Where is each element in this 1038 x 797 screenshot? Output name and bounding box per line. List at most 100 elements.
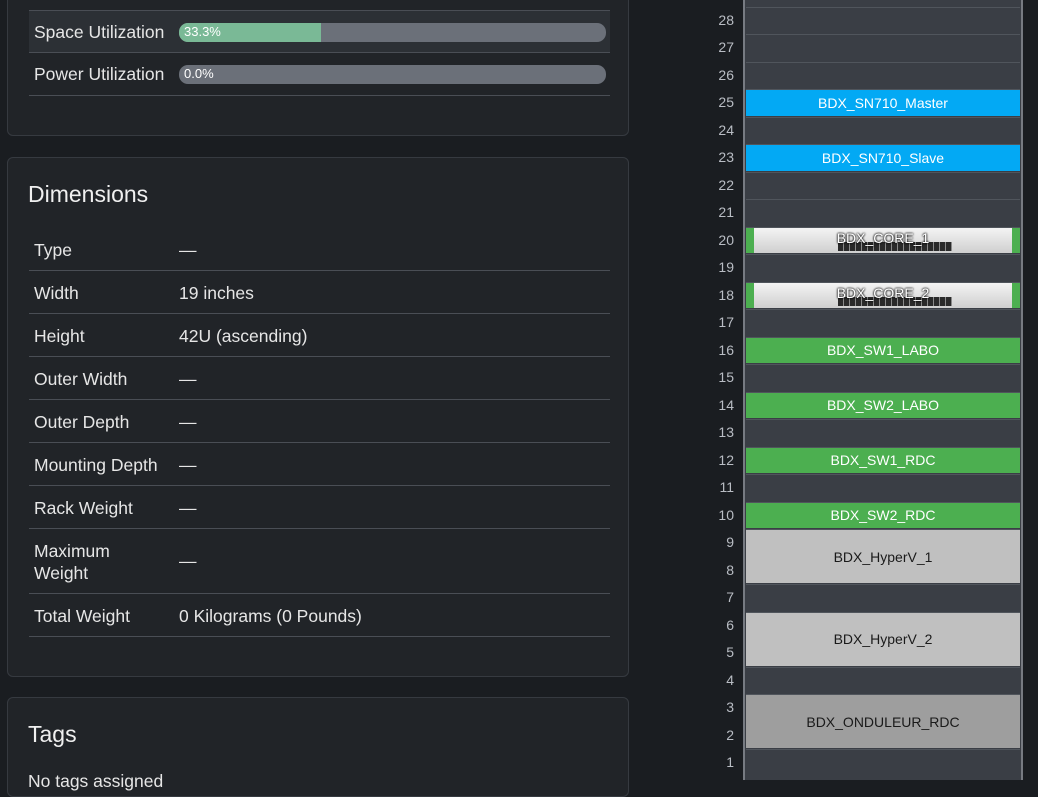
rack-device-bdx-core-1[interactable]: BDX_CORE_1 bbox=[746, 227, 1020, 253]
dimension-value: — bbox=[179, 498, 197, 518]
space-utilization-label: Space Utilization bbox=[34, 22, 165, 42]
rack-unit-number: 14 bbox=[718, 396, 734, 413]
tags-card: Tags No tags assigned bbox=[7, 697, 629, 797]
dimension-value: — bbox=[179, 240, 197, 260]
rack-device-bdx-onduleur-rdc[interactable]: BDX_ONDULEUR_RDC bbox=[746, 695, 1020, 748]
rack-slot[interactable] bbox=[746, 116, 1020, 145]
dimension-row-total-weight: Total Weight 0 Kilograms (0 Pounds) bbox=[29, 594, 610, 637]
rack-unit-number: 24 bbox=[718, 121, 734, 138]
dimension-value: 42U (ascending) bbox=[179, 326, 308, 346]
rack-device-label: BDX_SW1_LABO bbox=[826, 342, 940, 359]
dimension-value: — bbox=[179, 551, 197, 571]
space-utilization-text: 33.3% bbox=[184, 24, 221, 39]
power-utilization-bar: 0.0% bbox=[179, 65, 606, 84]
rack-unit-number: 3 bbox=[726, 699, 734, 715]
rack-slot[interactable] bbox=[746, 666, 1020, 695]
rack-device-bdx-core-2[interactable]: BDX_CORE_2 bbox=[746, 282, 1020, 308]
dimension-value: 0 Kilograms (0 Pounds) bbox=[179, 606, 362, 626]
dimension-value: — bbox=[179, 455, 197, 475]
dimension-row-outer-width: Outer Width — bbox=[29, 357, 610, 400]
rack-unit-numbers: 28 27 26 25 24 23 22 21 20 19 18 17 16 15 14 13 12 11 10 9 8… bbox=[700, 0, 740, 784]
rack-device-bdx-sw1-rdc[interactable]: BDX_SW1_RDC bbox=[746, 447, 1020, 473]
tags-title: Tags bbox=[28, 721, 77, 747]
rack-slot[interactable] bbox=[746, 309, 1020, 337]
rack-unit-number: 12 bbox=[718, 451, 734, 468]
rack-slot[interactable] bbox=[746, 474, 1020, 502]
no-tags-text: No tags assigned bbox=[28, 771, 164, 791]
rack-unit-number: 25 bbox=[718, 94, 734, 110]
power-utilization-text: 0.0% bbox=[184, 66, 214, 81]
rack-slot[interactable] bbox=[746, 6, 1020, 35]
rack-device-bdx-hyperv-2[interactable]: BDX_HyperV_2 bbox=[746, 612, 1020, 666]
rack-slot[interactable] bbox=[746, 34, 1020, 62]
rack-device-bdx-sw2-rdc[interactable]: BDX_SW2_RDC bbox=[746, 502, 1020, 528]
dimension-row-outer-depth: Outer Depth — bbox=[29, 400, 610, 443]
rack-device-label: BDX_HyperV_1 bbox=[833, 548, 933, 565]
dimension-value: — bbox=[179, 412, 197, 432]
dimension-row-height: Height 42U (ascending) bbox=[29, 314, 610, 357]
rack-unit-number: 23 bbox=[718, 149, 734, 165]
rack-device-label: BDX_SW2_RDC bbox=[830, 507, 936, 524]
rack-unit-number: 18 bbox=[718, 286, 734, 303]
power-utilization-label: Power Utilization bbox=[34, 64, 165, 84]
dimension-label: Type bbox=[34, 240, 72, 260]
rack-unit-number: 2 bbox=[726, 726, 734, 743]
rack-device-bdx-sn710-slave[interactable]: BDX_SN710_Slave bbox=[746, 145, 1020, 171]
rack-unit-number: 28 bbox=[718, 11, 734, 28]
rack-device-label: BDX_ONDULEUR_RDC bbox=[806, 713, 960, 730]
dimension-label: Rack Weight bbox=[34, 498, 133, 518]
utilization-row-power: Power Utilization 0.0% bbox=[29, 53, 610, 96]
rack-unit-number: 8 bbox=[726, 561, 734, 578]
rack-device-label: BDX_SN710_Slave bbox=[821, 149, 945, 166]
rack-device-bdx-hyperv-1[interactable]: BDX_HyperV_1 bbox=[746, 530, 1020, 583]
dimensions-card: Dimensions Type — Width 19 inches Height… bbox=[7, 157, 629, 677]
rack-unit-number: 19 bbox=[718, 259, 734, 275]
rack-unit-number: 16 bbox=[718, 341, 734, 358]
rack-unit-number: 21 bbox=[718, 204, 734, 220]
dimension-row-maximum-weight: Maximum Weight — bbox=[29, 529, 610, 594]
rack-device-label: BDX_SW2_LABO bbox=[826, 397, 940, 414]
dimension-label: Outer Depth bbox=[34, 412, 130, 432]
rack-slot[interactable] bbox=[746, 171, 1020, 200]
dimension-row-rack-weight: Rack Weight — bbox=[29, 486, 610, 529]
dimension-value: — bbox=[179, 369, 197, 389]
rack-slot[interactable] bbox=[746, 419, 1020, 447]
rack-unit-number: 4 bbox=[726, 671, 734, 688]
dimension-label: Maximum Weight bbox=[34, 541, 110, 583]
rack-unit-number: 6 bbox=[726, 616, 734, 633]
rack-device-bdx-sn710-master[interactable]: BDX_SN710_Master bbox=[746, 90, 1020, 116]
dimension-label: Width bbox=[34, 283, 79, 303]
utilization-card: Space Utilization 33.3% Power Utilizatio… bbox=[7, 0, 629, 136]
dimension-label: Total Weight bbox=[34, 606, 130, 626]
rack-device-label: BDX_HyperV_2 bbox=[833, 631, 933, 647]
dimensions-title: Dimensions bbox=[28, 181, 149, 207]
rack-device-bdx-sw1-labo[interactable]: BDX_SW1_LABO bbox=[746, 337, 1020, 363]
dimension-label: Height bbox=[34, 326, 85, 346]
rack-unit-number: 1 bbox=[726, 754, 734, 770]
rack-unit-number: 9 bbox=[726, 534, 734, 550]
dimension-row-mounting-depth: Mounting Depth — bbox=[29, 443, 610, 486]
dimension-row-width: Width 19 inches bbox=[29, 271, 610, 314]
rack-unit-number: 22 bbox=[718, 176, 734, 193]
utilization-row-space: Space Utilization 33.3% bbox=[29, 10, 610, 53]
rack-unit-number: 26 bbox=[718, 66, 734, 83]
rack-unit-number: 20 bbox=[718, 231, 734, 248]
rack-slot[interactable] bbox=[746, 199, 1020, 227]
dimension-label: Mounting Depth bbox=[34, 455, 158, 475]
rack-device-label: BDX_SN710_Master bbox=[818, 94, 948, 111]
dimension-label: Outer Width bbox=[34, 369, 128, 389]
rack-device-label: BDX_CORE_1 bbox=[836, 230, 930, 247]
rack-unit-number: 10 bbox=[718, 506, 734, 523]
rack-slot[interactable] bbox=[746, 749, 1020, 777]
rack-unit-number: 15 bbox=[718, 369, 734, 385]
rack-slot[interactable] bbox=[746, 364, 1020, 392]
space-utilization-bar: 33.3% bbox=[179, 23, 606, 42]
rack-unit-number: 11 bbox=[719, 479, 734, 495]
dimension-value: 19 inches bbox=[179, 283, 254, 303]
rack-slot[interactable] bbox=[746, 584, 1020, 612]
dimension-row-type: Type — bbox=[29, 228, 610, 271]
rack-slot[interactable] bbox=[746, 61, 1020, 90]
rack-slot[interactable] bbox=[746, 254, 1020, 282]
rack-device-bdx-sw2-labo[interactable]: BDX_SW2_LABO bbox=[746, 392, 1020, 418]
rack-device-label: BDX_CORE_2 bbox=[836, 285, 930, 302]
